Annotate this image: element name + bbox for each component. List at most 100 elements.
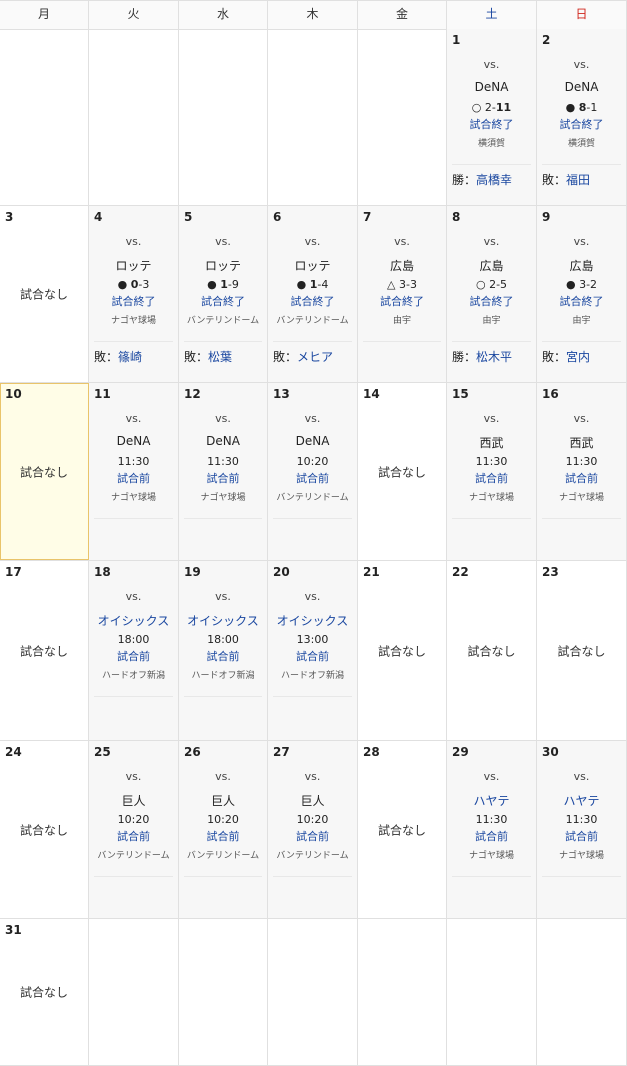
calendar-day-cell[interactable]: 13 vs. DeNA 10:20 試合前 バンテリンドーム bbox=[268, 383, 358, 560]
day-number: 8 bbox=[452, 210, 461, 224]
venue-name: バンテリンドーム bbox=[276, 493, 349, 503]
cell-divider bbox=[363, 341, 441, 342]
calendar-day-cell[interactable]: 5 vs. ロッテ ● 1-9 試合終了 バンテリンドーム 敗：松葉 bbox=[179, 206, 268, 382]
calendar-day-cell[interactable]: 15 vs. 西武 11:30 試合前 ナゴヤ球場 bbox=[447, 383, 537, 560]
pitcher-record: 敗：松葉 bbox=[184, 348, 232, 365]
opponent-name[interactable]: ハヤテ bbox=[537, 792, 626, 809]
vs-label: vs. bbox=[573, 412, 590, 425]
game-status-link[interactable]: 試合前 bbox=[447, 828, 536, 844]
game-status-link[interactable]: 試合終了 bbox=[447, 116, 536, 132]
calendar-day-cell[interactable]: 27 vs. 巨人 10:20 試合前 バンテリンドーム bbox=[268, 741, 358, 918]
cell-divider bbox=[452, 164, 531, 165]
pitcher-record: 敗：宮内 bbox=[542, 348, 590, 365]
calendar-day-cell[interactable]: 11 vs. DeNA 11:30 試合前 ナゴヤ球場 bbox=[89, 383, 179, 560]
opponent-name[interactable]: ハヤテ bbox=[447, 792, 536, 809]
calendar-day-cell[interactable]: 22 試合なし bbox=[447, 561, 537, 740]
calendar-day-cell[interactable]: 29 vs. ハヤテ 11:30 試合前 ナゴヤ球場 bbox=[447, 741, 537, 918]
day-number: 24 bbox=[5, 745, 22, 759]
calendar-day-cell[interactable]: 31 試合なし bbox=[0, 919, 89, 1065]
calendar-day-cell[interactable]: 17 試合なし bbox=[0, 561, 89, 740]
calendar-day-cell[interactable]: 6 vs. ロッテ ● 1-4 試合終了 バンテリンドーム 敗：メヒア bbox=[268, 206, 358, 382]
weekday-mon: 月 bbox=[0, 1, 89, 29]
game-status-link[interactable]: 試合終了 bbox=[537, 116, 626, 132]
game-status-link[interactable]: 試合終了 bbox=[89, 293, 178, 309]
calendar-day-cell[interactable]: 21 試合なし bbox=[358, 561, 447, 740]
game-score: ○ 2-5 bbox=[447, 278, 536, 291]
calendar-day-cell[interactable]: 3 試合なし bbox=[0, 206, 89, 382]
pitcher-name-link[interactable]: メヒア bbox=[297, 350, 333, 364]
pitcher-record: 勝：松木平 bbox=[452, 348, 512, 365]
vs-label: vs. bbox=[304, 770, 321, 783]
game-status-link[interactable]: 試合終了 bbox=[447, 293, 536, 309]
vs-label: vs. bbox=[573, 770, 590, 783]
day-number: 14 bbox=[363, 387, 380, 401]
calendar-day-cell[interactable]: 10 試合なし bbox=[0, 383, 89, 560]
calendar-day-cell[interactable]: 20 vs. オイシックス 13:00 試合前 ハードオフ新潟 bbox=[268, 561, 358, 740]
opponent-name[interactable]: オイシックス bbox=[89, 612, 178, 629]
day-number: 10 bbox=[5, 387, 22, 401]
opponent-name[interactable]: オイシックス bbox=[268, 612, 357, 629]
venue-name: ナゴヤ球場 bbox=[110, 493, 156, 503]
calendar-day-cell[interactable]: 2 vs. DeNA ● 8-1 試合終了 横須賀 敗：福田 bbox=[537, 29, 627, 205]
game-status-link[interactable]: 試合前 bbox=[268, 470, 357, 486]
score-right: 1 bbox=[590, 101, 598, 114]
game-status-link[interactable]: 試合前 bbox=[537, 828, 626, 844]
calendar-day-cell[interactable]: 28 試合なし bbox=[358, 741, 447, 918]
pitcher-name-link[interactable]: 松木平 bbox=[476, 350, 512, 364]
day-number: 19 bbox=[184, 565, 201, 579]
calendar-day-cell[interactable]: 14 試合なし bbox=[358, 383, 447, 560]
calendar-day-cell[interactable]: 9 vs. 広島 ● 3-2 試合終了 由宇 敗：宮内 bbox=[537, 206, 627, 382]
weekday-sun: 日 bbox=[537, 1, 627, 29]
cell-divider bbox=[542, 518, 621, 519]
calendar-day-cell[interactable]: 18 vs. オイシックス 18:00 試合前 ハードオフ新潟 bbox=[89, 561, 179, 740]
pitcher-name-link[interactable]: 松葉 bbox=[208, 350, 232, 364]
game-status-link[interactable]: 試合前 bbox=[268, 828, 357, 844]
calendar-day-cell[interactable]: 12 vs. DeNA 11:30 試合前 ナゴヤ球場 bbox=[179, 383, 268, 560]
pitcher-result-label: 敗： bbox=[273, 350, 298, 364]
calendar-day-cell[interactable]: 23 試合なし bbox=[537, 561, 627, 740]
game-status-link[interactable]: 試合前 bbox=[447, 470, 536, 486]
game-status-link[interactable]: 試合終了 bbox=[179, 293, 267, 309]
opponent-name[interactable]: オイシックス bbox=[179, 612, 267, 629]
game-status-link[interactable]: 試合終了 bbox=[358, 293, 446, 309]
pitcher-name-link[interactable]: 福田 bbox=[566, 173, 590, 187]
calendar-day-cell[interactable]: 30 vs. ハヤテ 11:30 試合前 ナゴヤ球場 bbox=[537, 741, 627, 918]
game-score: ● 3-2 bbox=[537, 278, 626, 291]
venue-name: ハードオフ新潟 bbox=[101, 671, 165, 681]
calendar-day-cell[interactable]: 16 vs. 西武 11:30 試合前 ナゴヤ球場 bbox=[537, 383, 627, 560]
day-number: 1 bbox=[452, 33, 461, 47]
game-status-link[interactable]: 試合終了 bbox=[537, 293, 626, 309]
calendar-day-cell[interactable]: 8 vs. 広島 ○ 2-5 試合終了 由宇 勝：松木平 bbox=[447, 206, 537, 382]
pitcher-name-link[interactable]: 高橋幸 bbox=[476, 173, 512, 187]
calendar-day-cell[interactable]: 7 vs. 広島 △ 3-3 試合終了 由宇 bbox=[358, 206, 447, 382]
game-time: 11:30 bbox=[117, 455, 150, 468]
result-mark-icon: △ bbox=[387, 278, 396, 291]
game-status-link[interactable]: 試合前 bbox=[179, 648, 267, 664]
calendar-day-cell[interactable]: 26 vs. 巨人 10:20 試合前 バンテリンドーム bbox=[179, 741, 268, 918]
vs-label: vs. bbox=[304, 590, 321, 603]
game-status-link[interactable]: 試合前 bbox=[179, 828, 267, 844]
opponent-name: ロッテ bbox=[204, 259, 241, 273]
calendar-day-cell[interactable]: 19 vs. オイシックス 18:00 試合前 ハードオフ新潟 bbox=[179, 561, 268, 740]
calendar-day-cell[interactable]: 1 vs. DeNA ○ 2-11 試合終了 横須賀 勝：高橋幸 bbox=[447, 29, 537, 205]
day-number: 9 bbox=[542, 210, 551, 224]
opponent-name: ロッテ bbox=[115, 259, 152, 273]
vs-label: vs. bbox=[215, 770, 231, 783]
venue-name: ナゴヤ球場 bbox=[558, 851, 604, 861]
calendar-day-cell[interactable]: 25 vs. 巨人 10:20 試合前 バンテリンドーム bbox=[89, 741, 179, 918]
calendar-day-cell[interactable]: 4 vs. ロッテ ● 0-3 試合終了 ナゴヤ球場 敗：篠崎 bbox=[89, 206, 179, 382]
game-time: 10:20 bbox=[296, 455, 329, 468]
pitcher-name-link[interactable]: 篠崎 bbox=[118, 350, 142, 364]
game-status-link[interactable]: 試合前 bbox=[89, 470, 178, 486]
pitcher-name-link[interactable]: 宮内 bbox=[566, 350, 590, 364]
calendar-day-cell[interactable]: 24 試合なし bbox=[0, 741, 89, 918]
game-status-link[interactable]: 試合前 bbox=[89, 648, 178, 664]
game-status-link[interactable]: 試合前 bbox=[179, 470, 267, 486]
calendar-day-cell bbox=[89, 919, 179, 1065]
game-status-link[interactable]: 試合前 bbox=[268, 648, 357, 664]
vs-label: vs. bbox=[304, 235, 321, 248]
game-status-link[interactable]: 試合前 bbox=[537, 470, 626, 486]
game-status-link[interactable]: 試合終了 bbox=[268, 293, 357, 309]
pitcher-record: 敗：篠崎 bbox=[94, 348, 142, 365]
game-status-link[interactable]: 試合前 bbox=[89, 828, 178, 844]
